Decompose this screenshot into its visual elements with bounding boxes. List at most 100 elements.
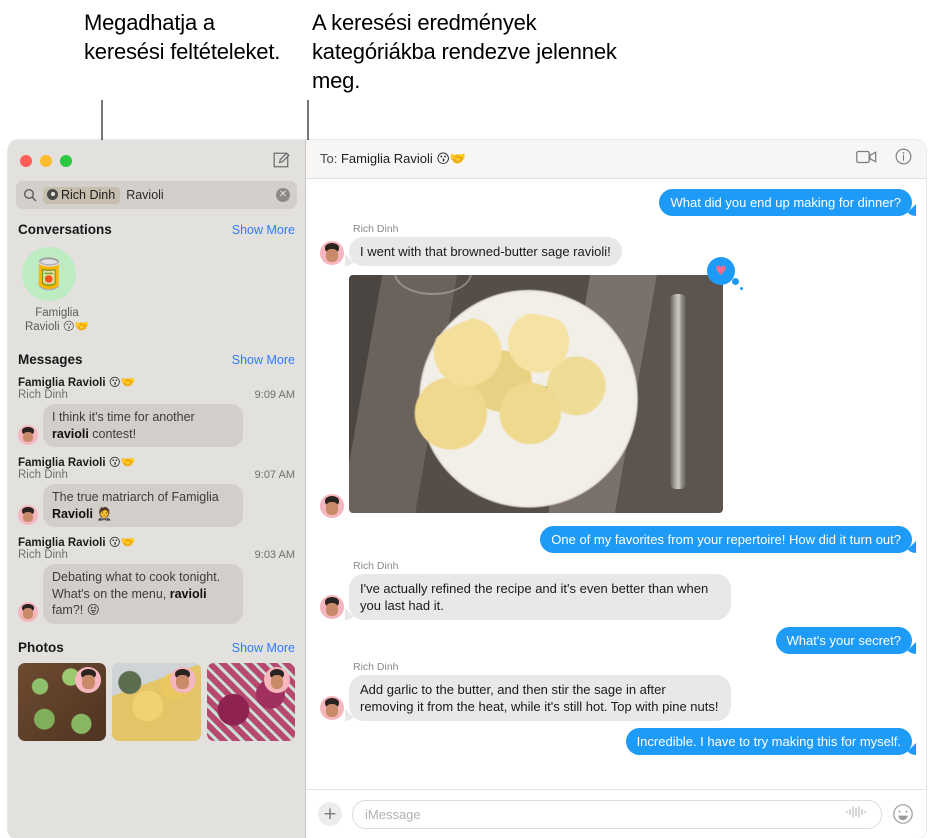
snippet-match: ravioli (169, 586, 207, 601)
incoming-photo-group: ♥ (320, 257, 743, 519)
message-line: Rich Dinh I've actually refined the reci… (320, 560, 912, 620)
emoji-picker-icon[interactable] (892, 803, 914, 825)
message-line: Incredible. I have to try making this fo… (320, 728, 912, 755)
avatar (320, 241, 344, 265)
show-more-conversations[interactable]: Show More (232, 223, 295, 237)
avatar (263, 666, 290, 693)
section-title: Photos (18, 639, 64, 655)
photo-message[interactable]: ♥ (349, 257, 743, 513)
message-line: What's your secret? (320, 627, 912, 654)
recipient-field[interactable]: To: Famiglia Ravioli 😗🤝 (320, 151, 466, 167)
imessage-input[interactable]: iMessage (352, 799, 882, 829)
snippet-match: ravioli (52, 426, 89, 441)
photo-result[interactable] (18, 662, 107, 741)
outgoing-bubble: What's your secret? (775, 627, 912, 654)
photo-result[interactable] (206, 662, 295, 741)
to-label: To: (320, 151, 338, 166)
section-header-messages: Messages Show More (8, 334, 305, 373)
info-icon[interactable] (895, 148, 912, 170)
conversation-avatar: 🥫 (22, 247, 76, 301)
snippet-post: fam?! 😝 (52, 603, 100, 617)
message-time: 9:09 AM (254, 389, 295, 401)
message-line: What did you end up making for dinner? (320, 189, 912, 216)
conversation-name-line1: Famiglia (35, 307, 79, 319)
fork-decor (669, 294, 686, 490)
sender-name: Rich Dinh (353, 560, 399, 572)
message-time: 9:03 AM (254, 549, 295, 561)
snippet-match: Ravioli (52, 506, 93, 521)
show-more-messages[interactable]: Show More (232, 353, 295, 367)
incoming-group: Rich Dinh I've actually refined the reci… (320, 560, 731, 620)
snippet-post: 🤵 (93, 506, 113, 521)
search-icon (23, 188, 37, 202)
screenshot-stage: Megadhatja a keresési feltételeket. A ke… (0, 0, 934, 838)
conversation-result[interactable]: 🥫 Famiglia Ravioli 😗🤝 (8, 243, 98, 334)
avatar (169, 666, 196, 693)
sender-name: Rich Dinh (353, 661, 399, 673)
section-title: Messages (18, 352, 83, 367)
sidebar-titlebar (8, 140, 305, 181)
clear-icon[interactable]: ✕ (276, 188, 290, 202)
sender-name: Rich Dinh (353, 223, 399, 235)
video-camera-icon[interactable] (856, 150, 877, 169)
section-header-conversations: Conversations Show More (8, 209, 305, 243)
message-result[interactable]: Famiglia Ravioli 😗🤝 Rich Dinh 9:09 AM I … (8, 373, 305, 447)
message-result[interactable]: Famiglia Ravioli 😗🤝 Rich Dinh 9:07 AM Th… (8, 447, 305, 527)
incoming-group: Rich Dinh Add garlic to the butter, and … (320, 661, 731, 721)
incoming-bubble: I've actually refined the recipe and it'… (349, 574, 731, 620)
avatar (75, 666, 102, 693)
outgoing-bubble: One of my favorites from your repertoire… (540, 526, 912, 553)
avatar (18, 425, 38, 445)
to-value: Famiglia Ravioli 😗🤝 (340, 151, 467, 166)
message-snippet: I think it's time for another ravioli co… (43, 404, 243, 447)
message-sender: Rich Dinh (18, 549, 68, 561)
message-chat-name: Famiglia Ravioli 😗🤝 (18, 457, 136, 469)
message-line: ♥ (320, 257, 912, 519)
incoming-column: Rich Dinh Add garlic to the butter, and … (349, 661, 731, 721)
zoom-button[interactable] (60, 154, 72, 167)
incoming-column: Rich Dinh I went with that browned-butte… (349, 223, 622, 266)
conversation-header: To: Famiglia Ravioli 😗🤝 (306, 140, 926, 179)
message-thread[interactable]: What did you end up making for dinner? R… (306, 179, 926, 789)
incoming-bubble: I went with that browned-butter sage rav… (349, 237, 622, 266)
wine-glass-decor (393, 275, 472, 296)
avatar (320, 696, 344, 720)
avatar (320, 595, 344, 619)
message-composer: + iMessage (306, 789, 926, 838)
avatar (18, 505, 38, 525)
compose-icon[interactable] (271, 150, 293, 172)
minimize-button[interactable] (40, 154, 52, 167)
conversation-header-actions (856, 148, 912, 170)
avatar (320, 494, 344, 518)
photo-results (8, 661, 305, 741)
show-more-photos[interactable]: Show More (232, 641, 295, 655)
incoming-bubble: Add garlic to the butter, and then stir … (349, 675, 731, 721)
message-result-meta: Famiglia Ravioli 😗🤝 (18, 375, 295, 389)
message-result-body: I think it's time for another ravioli co… (18, 404, 295, 447)
outgoing-bubble: What did you end up making for dinner? (659, 189, 912, 216)
search-token-contact[interactable]: Rich Dinh (43, 186, 121, 204)
conversation-name-line2: Ravioli 😗🤝 (24, 321, 89, 333)
incoming-column: Rich Dinh I've actually refined the reci… (349, 560, 731, 620)
message-sender: Rich Dinh (18, 469, 68, 481)
message-line: Rich Dinh Add garlic to the butter, and … (320, 661, 912, 721)
audio-waveform-icon[interactable] (845, 805, 869, 824)
ravioli-plate-photo[interactable] (349, 275, 723, 513)
message-result-body: Debating what to cook tonight. What's on… (18, 564, 295, 624)
message-chat-name: Famiglia Ravioli 😗🤝 (18, 377, 136, 389)
search-area: Rich Dinh Ravioli ✕ (8, 181, 305, 209)
photo-result[interactable] (112, 662, 201, 741)
message-result-submeta: Rich Dinh 9:03 AM (18, 549, 295, 561)
search-token-label: Rich Dinh (61, 187, 116, 202)
incoming-group: Rich Dinh I went with that browned-butte… (320, 223, 622, 266)
close-button[interactable] (20, 154, 32, 167)
message-result-submeta: Rich Dinh 9:09 AM (18, 389, 295, 401)
add-attachment-icon[interactable]: + (318, 802, 342, 826)
message-result-body: The true matriarch of Famiglia Ravioli 🤵 (18, 484, 295, 527)
snippet-post: contest! (88, 426, 137, 441)
callout-grouped-results: A keresési eredmények kategóriákba rende… (312, 10, 617, 93)
heart-reaction[interactable]: ♥ (707, 257, 743, 290)
message-result[interactable]: Famiglia Ravioli 😗🤝 Rich Dinh 9:03 AM De… (8, 527, 305, 624)
message-sender: Rich Dinh (18, 389, 68, 401)
search-input[interactable]: Rich Dinh Ravioli ✕ (16, 181, 297, 209)
